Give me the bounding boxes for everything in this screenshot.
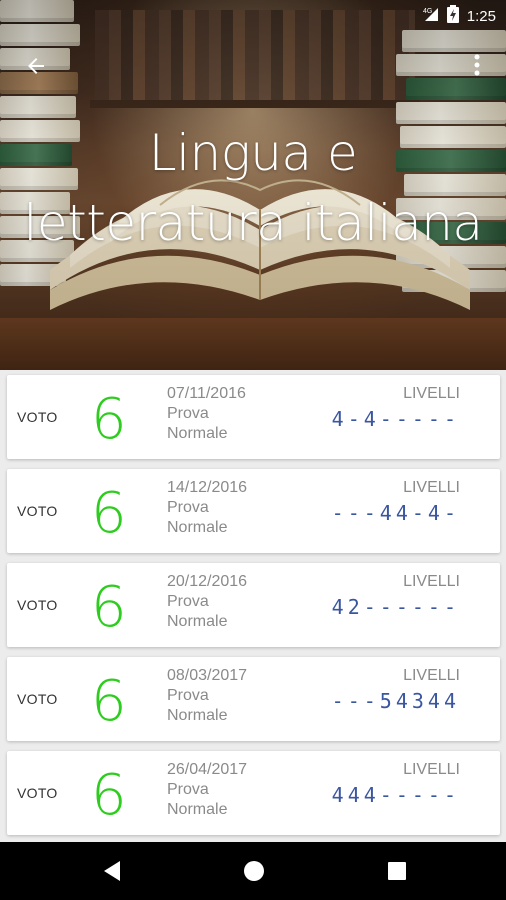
grade-type-line1: Prova (167, 499, 209, 516)
grade-type-line1: Prova (167, 687, 209, 704)
nav-recents-icon (388, 862, 406, 880)
grade-type-line1: Prova (167, 781, 209, 798)
grade-date: 26/04/2017 (167, 761, 248, 778)
levels-value: ---44-4- (331, 501, 460, 525)
levels-label: LIVELLI (403, 385, 460, 402)
grade-date: 07/11/2016 (167, 385, 246, 402)
nav-home-button[interactable] (240, 857, 268, 885)
nav-recents-button[interactable] (383, 857, 411, 885)
grade-card[interactable]: VOTO 6 14/12/2016 Prova Normale LIVELLI … (7, 469, 500, 553)
grade-value: 6 (91, 575, 127, 640)
clock: 1:25 (466, 7, 496, 25)
arrow-back-icon (28, 58, 44, 74)
overflow-menu-button[interactable] (462, 50, 492, 80)
nav-home-icon (244, 861, 264, 881)
grade-value: 6 (91, 763, 127, 828)
system-navigation-bar (0, 842, 506, 900)
page-title: Lingua e letteratura italiana (0, 118, 506, 258)
voto-label: VOTO (17, 409, 58, 425)
grade-value: 6 (91, 387, 127, 452)
status-bar: 4G 1:25 (0, 0, 506, 30)
nav-back-icon (104, 861, 120, 881)
grade-type-line1: Prova (167, 593, 209, 610)
levels-value: 42------ (331, 595, 460, 619)
grade-value: 6 (91, 481, 127, 546)
grade-card[interactable]: VOTO 6 26/04/2017 Prova Normale LIVELLI … (7, 751, 500, 835)
grade-type-line2: Normale (167, 613, 228, 630)
svg-text:4G: 4G (423, 8, 432, 15)
grade-type-line2: Normale (167, 801, 228, 818)
title-line-1: Lingua e (148, 124, 358, 182)
levels-value: ---54344 (331, 689, 460, 713)
voto-label: VOTO (17, 691, 58, 707)
grade-date: 14/12/2016 (167, 479, 248, 496)
nav-back-button[interactable] (98, 857, 126, 885)
levels-label: LIVELLI (403, 667, 460, 684)
voto-label: VOTO (17, 785, 58, 801)
grade-type-line2: Normale (167, 519, 228, 536)
title-line-2: letteratura italiana (23, 194, 483, 252)
battery-icon (446, 5, 459, 27)
levels-label: LIVELLI (403, 479, 460, 496)
levels-value: 444----- (331, 783, 460, 807)
grade-card[interactable]: VOTO 6 20/12/2016 Prova Normale LIVELLI … (7, 563, 500, 647)
grade-card[interactable]: VOTO 6 07/11/2016 Prova Normale LIVELLI … (7, 375, 500, 459)
grade-date: 08/03/2017 (167, 667, 248, 684)
grade-type-line2: Normale (167, 425, 228, 442)
grade-type-line2: Normale (167, 707, 228, 724)
signal-icon: 4G (423, 6, 439, 26)
back-button[interactable] (18, 48, 54, 84)
levels-label: LIVELLI (403, 573, 460, 590)
voto-label: VOTO (17, 503, 58, 519)
levels-label: LIVELLI (403, 761, 460, 778)
grade-value: 6 (91, 669, 127, 734)
grade-card[interactable]: VOTO 6 08/03/2017 Prova Normale LIVELLI … (7, 657, 500, 741)
grade-date: 20/12/2016 (167, 573, 248, 590)
voto-label: VOTO (17, 597, 58, 613)
levels-value: 4-4----- (331, 407, 460, 431)
grade-type-line1: Prova (167, 405, 209, 422)
more-vert-icon (474, 54, 480, 76)
